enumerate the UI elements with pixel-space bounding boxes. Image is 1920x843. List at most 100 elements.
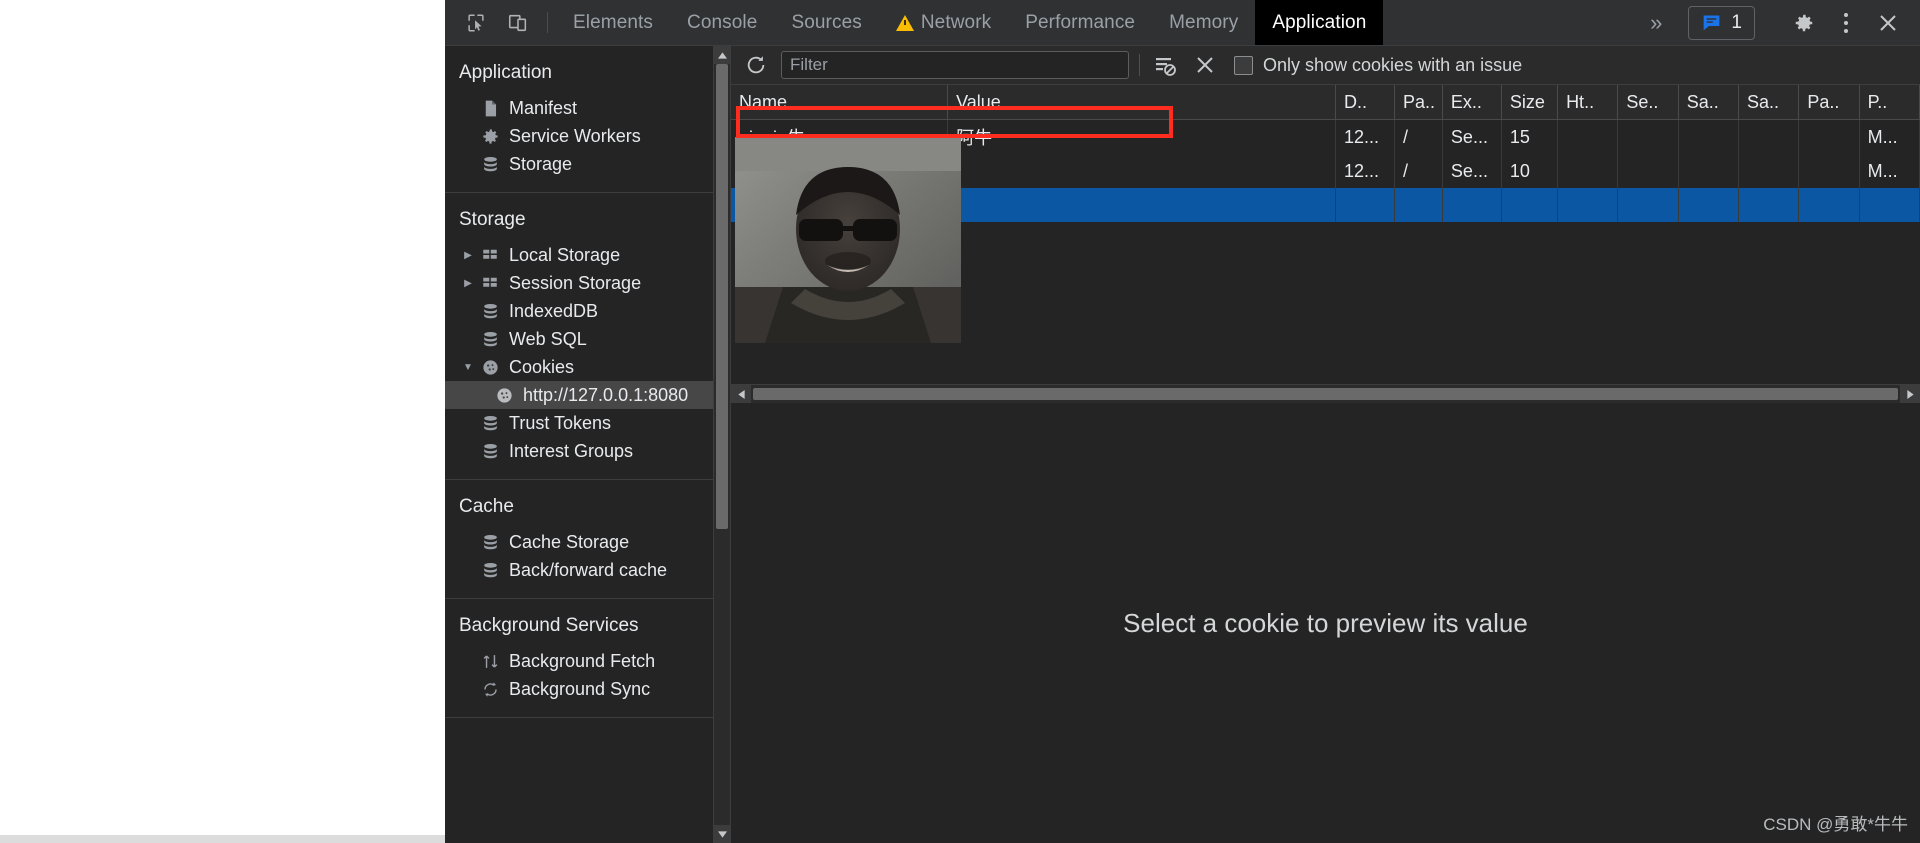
column-header-expires[interactable]: Ex.. xyxy=(1442,85,1501,120)
sidebar-section-title: Background Services xyxy=(445,611,730,647)
column-header-path[interactable]: Pa.. xyxy=(1394,85,1442,120)
cell-partition[interactable] xyxy=(1799,188,1859,222)
cell-path[interactable]: / xyxy=(1394,120,1442,155)
sidebar-item-local-storage[interactable]: ▶ Local Storage xyxy=(445,241,730,269)
sidebar-scrollbar[interactable] xyxy=(713,46,730,843)
filter-input[interactable] xyxy=(781,51,1129,79)
scroll-left-icon[interactable] xyxy=(731,385,751,403)
cell-samesite[interactable] xyxy=(1678,154,1738,188)
sidebar-item-back-forward-cache[interactable]: Back/forward cache xyxy=(445,556,730,584)
cell-size[interactable]: 10 xyxy=(1501,154,1557,188)
column-header-httponly[interactable]: Ht.. xyxy=(1558,85,1618,120)
cell-secure[interactable] xyxy=(1618,120,1678,155)
chevron-right-icon[interactable]: ▶ xyxy=(459,250,477,261)
clear-filters-icon[interactable] xyxy=(1150,50,1180,80)
only-issues-checkbox[interactable]: Only show cookies with an issue xyxy=(1234,55,1522,76)
gear-icon[interactable] xyxy=(1784,3,1824,43)
cell-partition[interactable] xyxy=(1799,120,1859,155)
manifest-document-icon xyxy=(477,99,503,118)
more-options-icon[interactable] xyxy=(1826,3,1866,43)
cell-domain[interactable]: 12... xyxy=(1336,120,1395,155)
tab-elements[interactable]: Elements xyxy=(556,0,670,45)
cell-partition[interactable] xyxy=(1799,154,1859,188)
column-header-value[interactable]: Value xyxy=(948,85,1336,120)
cell-secure[interactable] xyxy=(1618,188,1678,222)
sidebar-item-indexeddb[interactable]: IndexedDB xyxy=(445,297,730,325)
refresh-icon[interactable] xyxy=(741,50,771,80)
cell-samesite2[interactable] xyxy=(1739,120,1799,155)
cell-value[interactable]: 阿牛 xyxy=(948,120,1336,155)
sidebar-item-interest-groups[interactable]: Interest Groups xyxy=(445,437,730,465)
sidebar-item-cache-storage[interactable]: Cache Storage xyxy=(445,528,730,556)
inspect-cursor-icon[interactable] xyxy=(455,0,497,45)
column-header-priority[interactable]: P.. xyxy=(1859,85,1919,120)
column-header-name[interactable]: Name xyxy=(731,85,948,120)
column-header-domain[interactable]: D.. xyxy=(1336,85,1395,120)
cell-expires[interactable]: Se... xyxy=(1442,154,1501,188)
sidebar-item-storage[interactable]: Storage xyxy=(445,150,730,178)
column-header-secure[interactable]: Se.. xyxy=(1618,85,1678,120)
cell-path[interactable]: / xyxy=(1394,154,1442,188)
cell-secure[interactable] xyxy=(1618,154,1678,188)
sidebar-scroll-thumb[interactable] xyxy=(716,64,728,529)
sidebar-item-trust-tokens[interactable]: Trust Tokens xyxy=(445,409,730,437)
cell-samesite2[interactable] xyxy=(1739,154,1799,188)
cell-samesite[interactable] xyxy=(1678,120,1738,155)
tab-performance[interactable]: Performance xyxy=(1008,0,1152,45)
column-header-samesite2[interactable]: Sa.. xyxy=(1739,85,1799,120)
scroll-up-icon[interactable] xyxy=(714,46,730,64)
checkbox-box[interactable] xyxy=(1234,56,1253,75)
tab-network[interactable]: Network xyxy=(879,0,1008,45)
screenshot-root: Elements Console Sources Network Perform… xyxy=(0,0,1920,843)
cell-httponly[interactable] xyxy=(1558,120,1618,155)
cell-value[interactable] xyxy=(948,188,1336,222)
cell-priority[interactable]: M... xyxy=(1859,120,1919,155)
cell-httponly[interactable] xyxy=(1558,154,1618,188)
sidebar-item-background-sync[interactable]: Background Sync xyxy=(445,675,730,703)
chevron-down-icon[interactable]: ▼ xyxy=(459,362,477,373)
device-toolbar-icon[interactable] xyxy=(497,0,539,45)
cell-size[interactable]: 15 xyxy=(1501,120,1557,155)
sidebar-item-service-workers[interactable]: Service Workers xyxy=(445,122,730,150)
table-horizontal-scrollbar[interactable] xyxy=(731,384,1920,403)
cell-expires[interactable]: Se... xyxy=(1442,120,1501,155)
scroll-down-icon[interactable] xyxy=(714,825,730,843)
column-header-size[interactable]: Size xyxy=(1501,85,1557,120)
sidebar-item-session-storage[interactable]: ▶ Session Storage xyxy=(445,269,730,297)
chevron-right-icon[interactable]: ▶ xyxy=(459,278,477,289)
cell-priority[interactable]: M... xyxy=(1859,154,1919,188)
column-header-samesite[interactable]: Sa.. xyxy=(1678,85,1738,120)
background-sync-icon xyxy=(477,680,503,699)
sidebar-item-manifest[interactable]: Manifest xyxy=(445,94,730,122)
sidebar-item-cookie-origin[interactable]: http://127.0.0.1:8080 xyxy=(445,381,730,409)
sidebar-item-web-sql[interactable]: Web SQL xyxy=(445,325,730,353)
cell-value[interactable] xyxy=(948,154,1336,188)
cell-expires[interactable] xyxy=(1442,188,1501,222)
cell-domain[interactable]: 12... xyxy=(1336,154,1395,188)
more-tabs-chevron-icon[interactable]: » xyxy=(1634,12,1678,34)
sidebar-section-title: Storage xyxy=(445,205,730,241)
sidebar-item-background-fetch[interactable]: Background Fetch xyxy=(445,647,730,675)
sidebar-item-label: Cache Storage xyxy=(509,532,629,553)
tab-console[interactable]: Console xyxy=(670,0,774,45)
cell-samesite[interactable] xyxy=(1678,188,1738,222)
clear-all-cookies-icon[interactable] xyxy=(1190,50,1220,80)
cell-domain[interactable] xyxy=(1336,188,1395,222)
cell-samesite2[interactable] xyxy=(1739,188,1799,222)
devtools-tabs: Elements Console Sources Network Perform… xyxy=(556,0,1383,45)
close-icon[interactable] xyxy=(1868,3,1908,43)
column-header-partition[interactable]: Pa.. xyxy=(1799,85,1859,120)
cell-path[interactable] xyxy=(1394,188,1442,222)
sidebar-item-cookies[interactable]: ▼ Cookies xyxy=(445,353,730,381)
cell-size[interactable] xyxy=(1501,188,1557,222)
table-scroll-thumb[interactable] xyxy=(753,388,1898,400)
cell-priority[interactable] xyxy=(1859,188,1919,222)
sidebar-section-cache: Cache Cache Storage xyxy=(445,480,730,599)
scroll-right-icon[interactable] xyxy=(1900,385,1920,403)
sidebar-item-label: Cookies xyxy=(509,357,574,378)
tab-application[interactable]: Application xyxy=(1255,0,1383,45)
cell-httponly[interactable] xyxy=(1558,188,1618,222)
tab-memory[interactable]: Memory xyxy=(1152,0,1255,45)
issues-button[interactable]: 1 xyxy=(1688,6,1755,40)
tab-sources[interactable]: Sources xyxy=(774,0,878,45)
